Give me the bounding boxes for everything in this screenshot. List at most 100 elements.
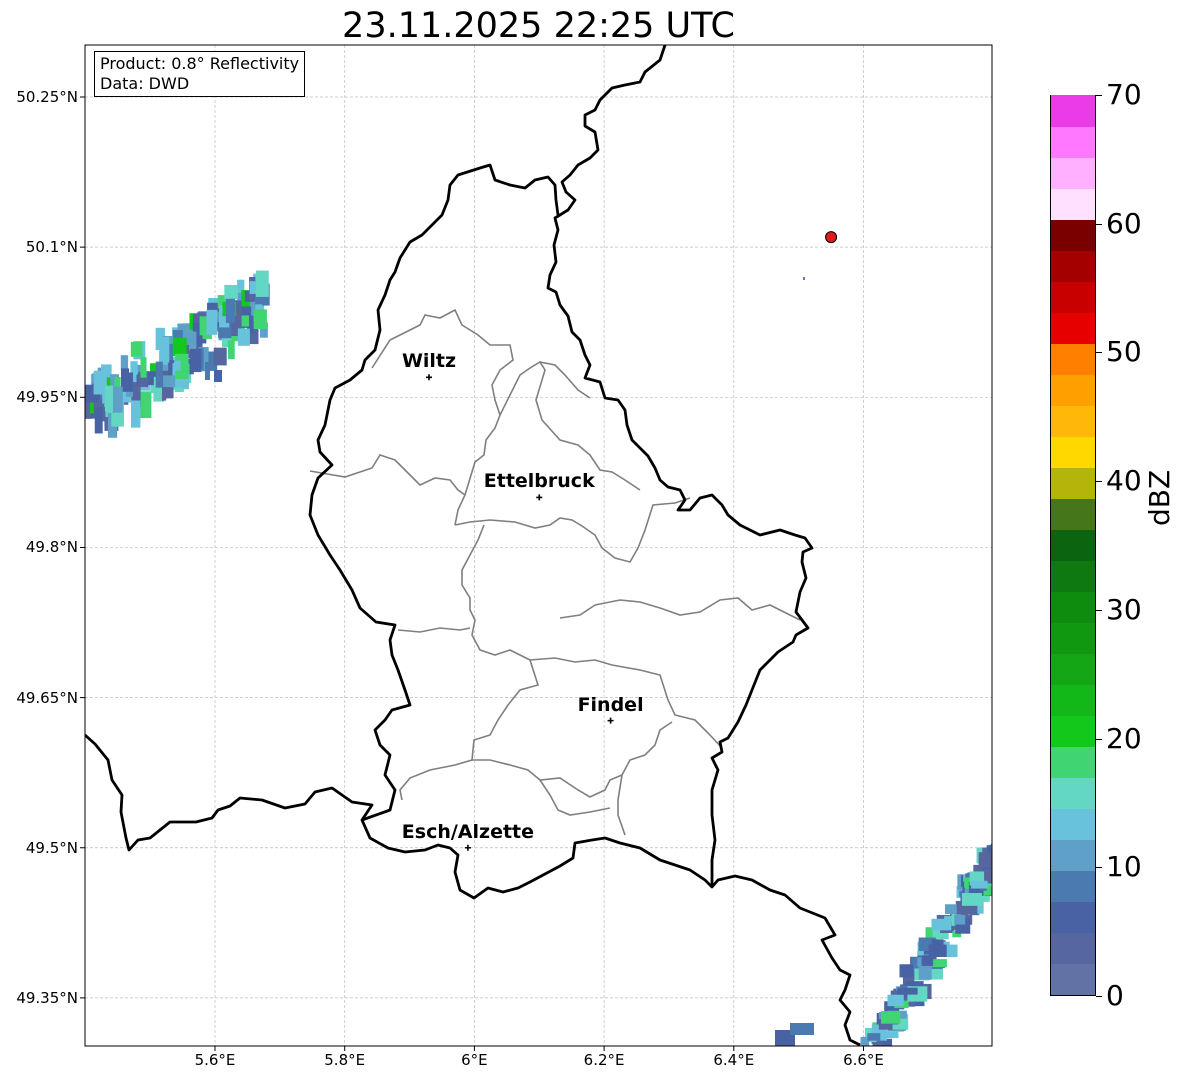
echo-cell <box>214 370 222 382</box>
colorbar-tick <box>1096 996 1102 997</box>
colorbar-segment <box>1051 560 1095 592</box>
lat-tick-label: 49.5°N <box>25 838 78 857</box>
colorbar-segment <box>1051 529 1095 561</box>
colorbar-segment <box>1051 808 1095 840</box>
colorbar-tick <box>1096 223 1102 225</box>
echo-cell <box>921 955 934 966</box>
echo-cell <box>930 945 947 957</box>
echo-cell <box>213 347 227 366</box>
colorbar-segment <box>1051 498 1095 530</box>
echo-cell <box>163 375 176 388</box>
lat-tick-label: 49.95°N <box>16 388 78 407</box>
lon-tick-label: 5.8°E <box>324 1051 366 1069</box>
echo-cell <box>996 860 1011 871</box>
echo-cell <box>971 880 988 889</box>
echo-cell <box>140 357 147 378</box>
info-box: Product: 0.8° Reflectivity Data: DWD <box>94 51 306 97</box>
map-title: 23.11.2025 22:25 UTC <box>342 6 735 46</box>
lon-tick-label: 6°E <box>461 1051 488 1069</box>
echo-cell <box>978 852 992 868</box>
echo-cell <box>205 362 210 380</box>
colorbar-tick <box>1096 95 1102 96</box>
lon-tick-label: 6.4°E <box>713 1051 755 1069</box>
echo-cell <box>218 326 232 339</box>
colorbar-segment <box>1051 870 1095 902</box>
colorbar-tick <box>1096 609 1102 611</box>
colorbar-tick-label: 30 <box>1106 592 1142 626</box>
colorbar-tick-label: 70 <box>1106 78 1142 111</box>
echo-cell <box>255 270 269 297</box>
echo-cell <box>189 331 197 351</box>
colorbar-segment <box>1051 343 1095 375</box>
colorbar-segment <box>1051 746 1095 778</box>
echo-cell <box>174 360 181 371</box>
echo-cell <box>790 1023 814 1035</box>
echo-cell <box>130 341 143 357</box>
echo-cell <box>237 328 250 346</box>
echo-cell <box>897 987 918 995</box>
colorbar <box>1050 95 1096 996</box>
lon-tick-label: 6.2°E <box>583 1051 625 1069</box>
echo-cell <box>803 277 805 280</box>
colorbar-tick <box>1096 481 1102 483</box>
colorbar-segment <box>1051 932 1095 964</box>
echo-cell <box>172 337 187 357</box>
lat-tick-label: 50.25°N <box>16 88 78 106</box>
echo-cell <box>120 355 129 371</box>
echo-cell <box>104 385 114 412</box>
echo-cell <box>94 406 103 434</box>
echo-cell <box>206 309 218 335</box>
map-canvas <box>80 44 1011 1051</box>
lat-tick-label: 49.35°N <box>16 988 78 1007</box>
echo-cell <box>881 1011 901 1024</box>
colorbar-segment <box>1051 188 1095 220</box>
colorbar-tick-label: 0 <box>1106 979 1124 1012</box>
echo-cell <box>990 843 992 854</box>
colorbar-tick-label: 10 <box>1106 850 1142 884</box>
colorbar-tick-label: 20 <box>1106 721 1142 755</box>
colorbar-segment <box>1051 95 1095 127</box>
echo-cell <box>918 966 932 980</box>
lon-tick-label: 5.6°E <box>194 1051 236 1069</box>
echo-cell <box>225 298 235 324</box>
product-label: Product: 0.8° Reflectivity <box>100 54 300 73</box>
colorbar-segment <box>1051 219 1095 251</box>
colorbar-tick-label: 50 <box>1106 335 1142 369</box>
lat-tick-label: 49.65°N <box>16 688 78 707</box>
city-label: Esch/Alzette <box>401 820 535 843</box>
echo-cell <box>93 370 106 395</box>
echo-cell <box>253 309 267 330</box>
radar-site-marker <box>825 231 838 244</box>
echo-cell <box>887 994 904 1007</box>
colorbar-unit-label: dBZ <box>1143 469 1176 526</box>
map-background <box>85 45 992 1046</box>
city-label: Ettelbruck <box>483 470 595 493</box>
colorbar-segment <box>1051 963 1095 995</box>
data-source-label: Data: DWD <box>100 74 190 93</box>
lat-tick-label: 50.1°N <box>25 238 78 257</box>
echo-cell <box>954 915 966 925</box>
lon-tick-label: 6.6°E <box>843 1051 884 1069</box>
colorbar-tick <box>1096 738 1102 740</box>
colorbar-segment <box>1051 312 1095 344</box>
echo-cell <box>931 939 944 948</box>
echo-cell <box>121 372 133 392</box>
echo-cell <box>867 1033 881 1041</box>
echo-cell <box>930 959 947 968</box>
colorbar-tick <box>1096 867 1102 869</box>
colorbar-segment <box>1051 901 1095 933</box>
colorbar-segment <box>1051 684 1095 716</box>
colorbar-segment <box>1051 374 1095 406</box>
colorbar-segment <box>1051 157 1095 189</box>
colorbar-segment <box>1051 405 1095 437</box>
colorbar-segment <box>1051 591 1095 623</box>
colorbar-segment <box>1051 653 1095 685</box>
echo-cell <box>224 284 238 300</box>
colorbar-segment <box>1051 126 1095 158</box>
city-label: Findel <box>577 693 644 716</box>
colorbar-tick <box>1096 352 1102 354</box>
echo-cell <box>961 893 982 906</box>
city-label: Wiltz <box>401 350 457 373</box>
colorbar-segment <box>1051 281 1095 313</box>
colorbar-segment <box>1051 436 1095 468</box>
